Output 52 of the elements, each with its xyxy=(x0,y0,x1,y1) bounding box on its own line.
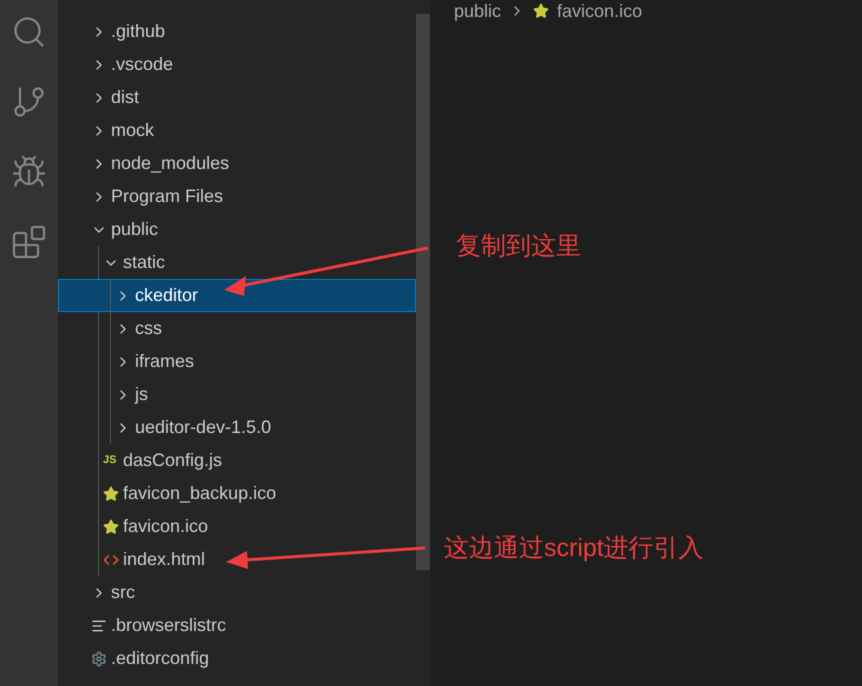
folder-name: Program Files xyxy=(111,185,224,208)
file-row[interactable]: .editorconfig xyxy=(58,642,416,675)
file-name: favicon_backup.ico xyxy=(123,482,276,505)
file-name: index.html xyxy=(123,548,206,571)
folder-name: ckeditor xyxy=(135,284,198,307)
file-name: .browserslistrc xyxy=(111,614,226,637)
folder-name: .github xyxy=(111,20,166,43)
folder-row[interactable]: static xyxy=(58,246,416,279)
folder-row[interactable]: .vscode xyxy=(58,48,416,81)
folder-row[interactable]: public xyxy=(58,213,416,246)
file-row[interactable]: JS dasConfig.js xyxy=(58,444,416,477)
folder-name: .vscode xyxy=(111,53,174,76)
folder-row[interactable]: .github xyxy=(58,15,416,48)
folder-row[interactable]: js xyxy=(58,378,416,411)
file-row[interactable]: .browserslistrc xyxy=(58,609,416,642)
folder-row[interactable]: iframes xyxy=(58,345,416,378)
star-icon xyxy=(103,518,119,534)
folder-name: src xyxy=(111,581,135,604)
folder-name: iframes xyxy=(135,350,194,373)
scrollbar[interactable] xyxy=(416,14,430,570)
folder-row[interactable]: Program Files xyxy=(58,180,416,213)
star-icon xyxy=(103,486,119,502)
breadcrumb-item[interactable]: public xyxy=(454,0,502,24)
star-icon xyxy=(533,3,550,19)
folder-name: ueditor-dev-1.5.0 xyxy=(135,416,272,439)
folder-row[interactable]: node_modules xyxy=(58,147,416,180)
folder-name: mock xyxy=(111,119,154,142)
file-name: .editorconfig xyxy=(111,647,210,670)
file-name: dasConfig.js xyxy=(123,449,222,472)
folder-name: public xyxy=(111,218,158,241)
folder-name: dist xyxy=(111,86,140,109)
breadcrumb-item[interactable]: favicon.ico xyxy=(557,0,642,24)
folder-name: css xyxy=(135,317,162,340)
folder-name: node_modules xyxy=(111,152,230,175)
folder-name: js xyxy=(135,383,148,406)
extensions-icon[interactable] xyxy=(11,224,47,260)
annotation-text: 这边通过script进行引入 xyxy=(444,533,704,564)
lines-icon xyxy=(91,618,107,634)
folder-row[interactable]: css xyxy=(58,312,416,345)
file-row[interactable]: favicon.ico xyxy=(58,510,416,543)
folder-row[interactable]: mock xyxy=(58,114,416,147)
folder-row[interactable]: ueditor-dev-1.5.0 xyxy=(58,411,416,444)
file-row[interactable]: index.html xyxy=(58,543,416,576)
annotation-text: 复制到这里 xyxy=(456,231,581,262)
folder-name: static xyxy=(123,251,166,274)
folder-row[interactable]: dist xyxy=(58,81,416,114)
folder-row[interactable]: src xyxy=(58,576,416,609)
gear-icon xyxy=(91,650,107,666)
js-icon: JS xyxy=(103,455,119,466)
file-name: favicon.ico xyxy=(123,515,208,538)
file-row[interactable]: favicon_backup.ico xyxy=(58,477,416,510)
folder-row[interactable]: ckeditor xyxy=(58,279,416,312)
